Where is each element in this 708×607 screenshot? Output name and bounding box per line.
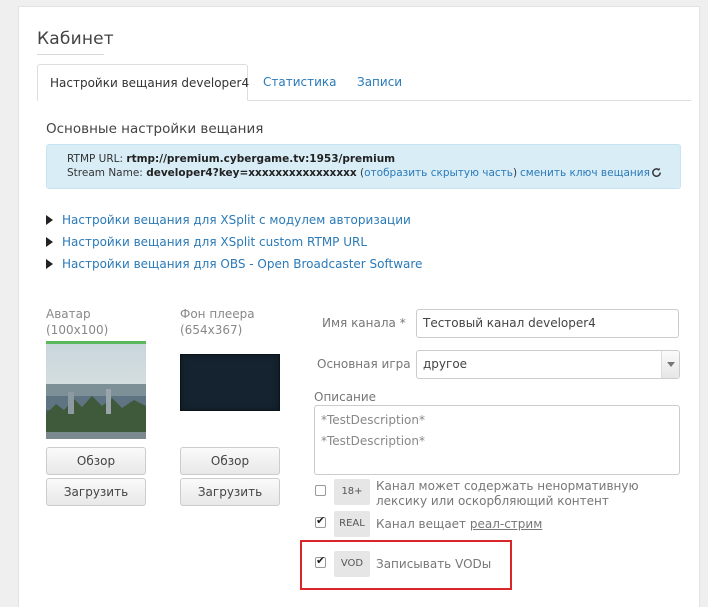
player-bg-label: Фон плеера (654x367) bbox=[180, 306, 255, 338]
bg-browse-button[interactable]: Обзор bbox=[180, 447, 280, 475]
avatar-upload-button[interactable]: Загрузить bbox=[46, 478, 146, 506]
show-hidden-paren-close: ) bbox=[513, 167, 518, 179]
player-background-image bbox=[180, 354, 280, 411]
highlight-box bbox=[300, 540, 512, 590]
player-bg-title: Фон плеера bbox=[180, 307, 255, 321]
channel-name-label: Имя канала * bbox=[322, 316, 406, 330]
triangle-right-icon bbox=[46, 237, 53, 247]
rtmp-url-label: RTMP URL: bbox=[67, 153, 124, 165]
chevron-down-icon bbox=[661, 351, 679, 378]
title-divider bbox=[37, 54, 104, 55]
xsplit-auth-settings-label: Настройки вещания для XSplit с модулем а… bbox=[62, 213, 411, 227]
description-label: Описание bbox=[314, 390, 377, 404]
triangle-right-icon bbox=[46, 215, 53, 225]
stream-name-value: developer4?key=xxxxxxxxxxxxxxxx bbox=[146, 167, 357, 179]
bg-upload-button[interactable]: Загрузить bbox=[180, 478, 280, 506]
avatar-image bbox=[46, 341, 146, 439]
show-hidden-link[interactable]: отобразить скрытую часть bbox=[364, 167, 513, 179]
page-title: Кабинет bbox=[37, 29, 114, 49]
main-game-value: другое bbox=[423, 357, 468, 371]
tab-statistics[interactable]: Статистика bbox=[263, 64, 337, 101]
real-stream-prefix: Канал вещает bbox=[376, 517, 470, 531]
main-game-label: Основная игра bbox=[317, 357, 411, 371]
obs-settings-link[interactable]: Настройки вещания для OBS - Open Broadca… bbox=[46, 257, 422, 271]
xsplit-auth-settings-link[interactable]: Настройки вещания для XSplit с модулем а… bbox=[46, 213, 411, 227]
refresh-icon bbox=[651, 167, 662, 181]
channel-name-input[interactable]: Тестовый канал developer4 bbox=[416, 309, 679, 338]
stream-name-label: Stream Name: bbox=[67, 167, 143, 179]
rtmp-url-line: RTMP URL: rtmp://premium.cybergame.tv:19… bbox=[67, 153, 395, 165]
adult-content-text: Канал может содержать ненормативную лекс… bbox=[376, 479, 639, 508]
triangle-right-icon bbox=[46, 259, 53, 269]
stream-name-line: Stream Name: developer4?key=xxxxxxxxxxxx… bbox=[67, 167, 517, 179]
obs-settings-label: Настройки вещания для OBS - Open Broadca… bbox=[62, 257, 423, 271]
rtmp-url-value: rtmp://premium.cybergame.tv:1953/premium bbox=[126, 153, 396, 165]
stream-info-box: RTMP URL: rtmp://premium.cybergame.tv:19… bbox=[46, 144, 681, 189]
description-textarea[interactable]: *TestDescription* *TestDescription* bbox=[314, 405, 680, 475]
adult-content-checkbox[interactable] bbox=[315, 485, 326, 496]
change-key-link[interactable]: сменить ключ вещания bbox=[520, 167, 662, 181]
player-bg-size: (654x367) bbox=[180, 323, 243, 337]
real-stream-link[interactable]: реал-стрим bbox=[470, 517, 542, 531]
change-key-label: сменить ключ вещания bbox=[520, 167, 650, 179]
real-stream-text: Канал вещает реал-стрим bbox=[376, 517, 542, 532]
real-badge: REAL bbox=[334, 511, 370, 537]
xsplit-rtmp-settings-label: Настройки вещания для XSplit custom RTMP… bbox=[62, 235, 368, 249]
real-stream-checkbox[interactable] bbox=[315, 514, 326, 528]
avatar-label: Аватар (100x100) bbox=[46, 306, 108, 338]
tab-broadcast-settings[interactable]: Настройки вещания developer4 bbox=[37, 64, 249, 101]
adult-badge: 18+ bbox=[334, 479, 370, 505]
tab-bar: Настройки вещания developer4 Статистика … bbox=[37, 64, 691, 101]
main-game-select[interactable]: другое bbox=[416, 350, 680, 379]
section-title: Основные настройки вещания bbox=[46, 121, 264, 137]
avatar-browse-button[interactable]: Обзор bbox=[46, 447, 146, 475]
avatar-title: Аватар bbox=[46, 307, 91, 321]
xsplit-rtmp-settings-link[interactable]: Настройки вещания для XSplit custom RTMP… bbox=[46, 235, 367, 249]
tab-recordings[interactable]: Записи bbox=[357, 64, 402, 101]
avatar-size: (100x100) bbox=[46, 323, 109, 337]
